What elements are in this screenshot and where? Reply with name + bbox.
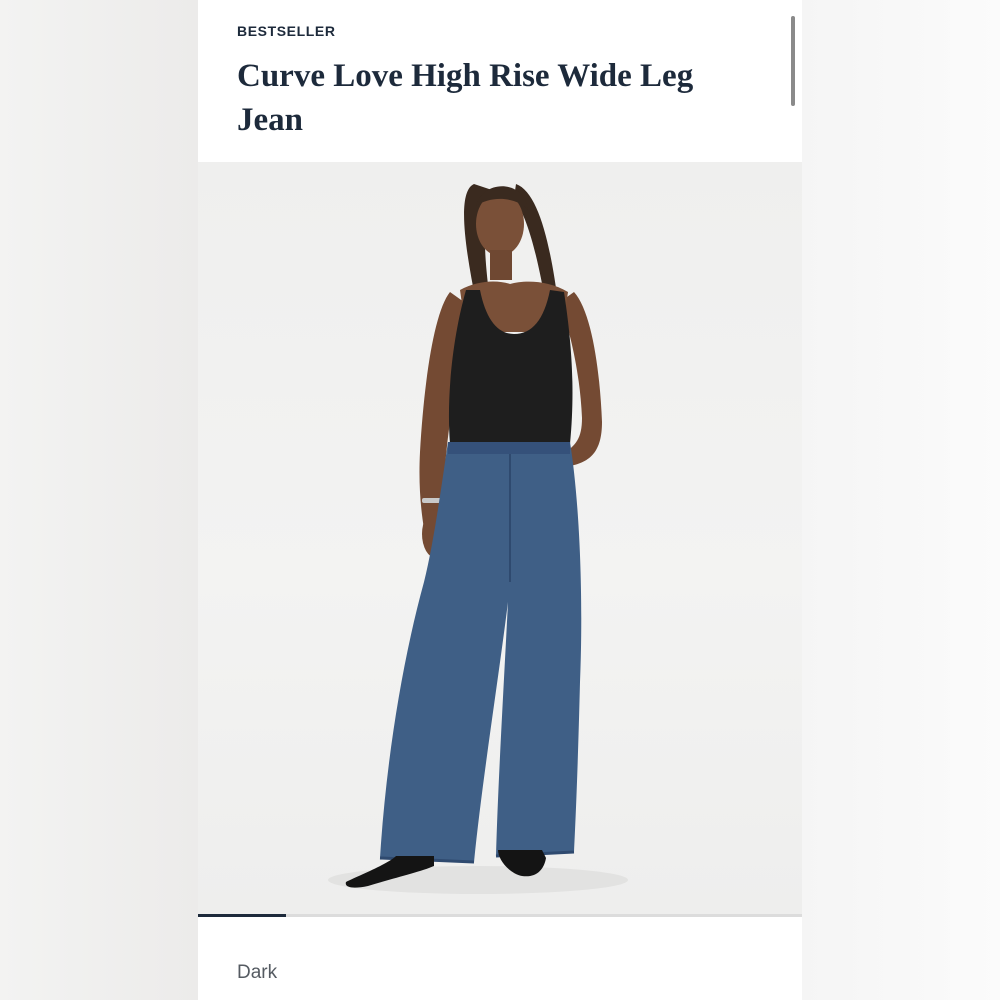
carousel-progress [198,914,802,917]
scrollbar[interactable] [791,16,795,106]
neck [490,250,512,280]
product-header: BESTSELLER Curve Love High Rise Wide Leg… [198,0,802,162]
carousel-progress-fill [198,914,286,917]
waistband [448,442,570,454]
jeans [380,442,582,862]
product-title: Curve Love High Rise Wide Leg Jean [237,58,694,138]
background-left [0,0,198,1000]
product-image [328,184,628,894]
background-right [802,0,1000,1000]
bestseller-badge: BESTSELLER [237,23,336,39]
product-page: BESTSELLER Curve Love High Rise Wide Leg… [198,0,802,1000]
product-image-carousel[interactable] [198,162,802,914]
selected-color-label: Dark [237,962,278,983]
